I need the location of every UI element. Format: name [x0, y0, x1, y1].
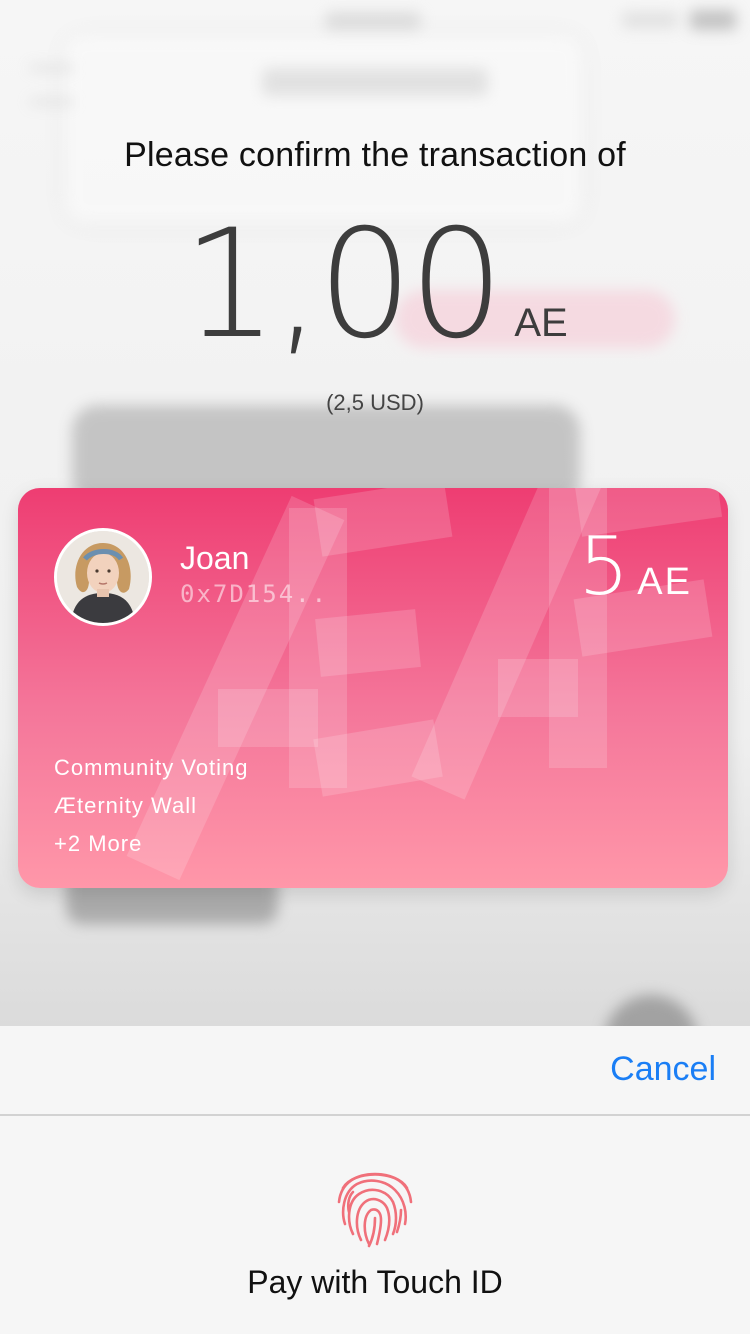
pay-with-touch-id-label: Pay with Touch ID [247, 1264, 503, 1300]
fingerprint-icon[interactable] [331, 1162, 419, 1250]
app-item-aeternity-wall: Æternity Wall [54, 793, 197, 818]
account-name: Joan [180, 540, 250, 576]
cancel-button[interactable]: Cancel [610, 1050, 716, 1089]
avatar-portrait [57, 531, 149, 623]
sheet-header: Cancel [0, 1026, 750, 1116]
menu-icon [30, 66, 74, 104]
balance-unit: AE [637, 561, 692, 603]
balance-value: 5 [578, 520, 630, 613]
avatar [54, 528, 152, 626]
background-title [262, 68, 488, 96]
amount-row: 1,00 AE [0, 200, 750, 370]
fiat-amount: (2,5 USD) [326, 390, 424, 415]
amount-unit: AE [514, 301, 568, 345]
background-card [66, 36, 581, 222]
status-signal [622, 12, 678, 28]
app-list: Community Voting Æternity Wall +2 More [54, 753, 249, 867]
amount-value: 1,00 [182, 198, 504, 372]
app-item-more[interactable]: +2 More [54, 829, 249, 867]
account-card[interactable]: Joan 0x7D154.. 5 AE Community Voting Æte… [18, 488, 728, 888]
app-item-community-voting: Community Voting [54, 755, 249, 780]
battery-icon [690, 10, 736, 30]
confirm-title: Please confirm the transaction of [124, 136, 626, 174]
status-time [325, 12, 421, 30]
account-balance: 5 AE [578, 522, 692, 612]
touch-id-sheet: Cancel Pay with Touch ID [0, 1026, 750, 1334]
account-address: 0x7D154.. [180, 580, 329, 608]
